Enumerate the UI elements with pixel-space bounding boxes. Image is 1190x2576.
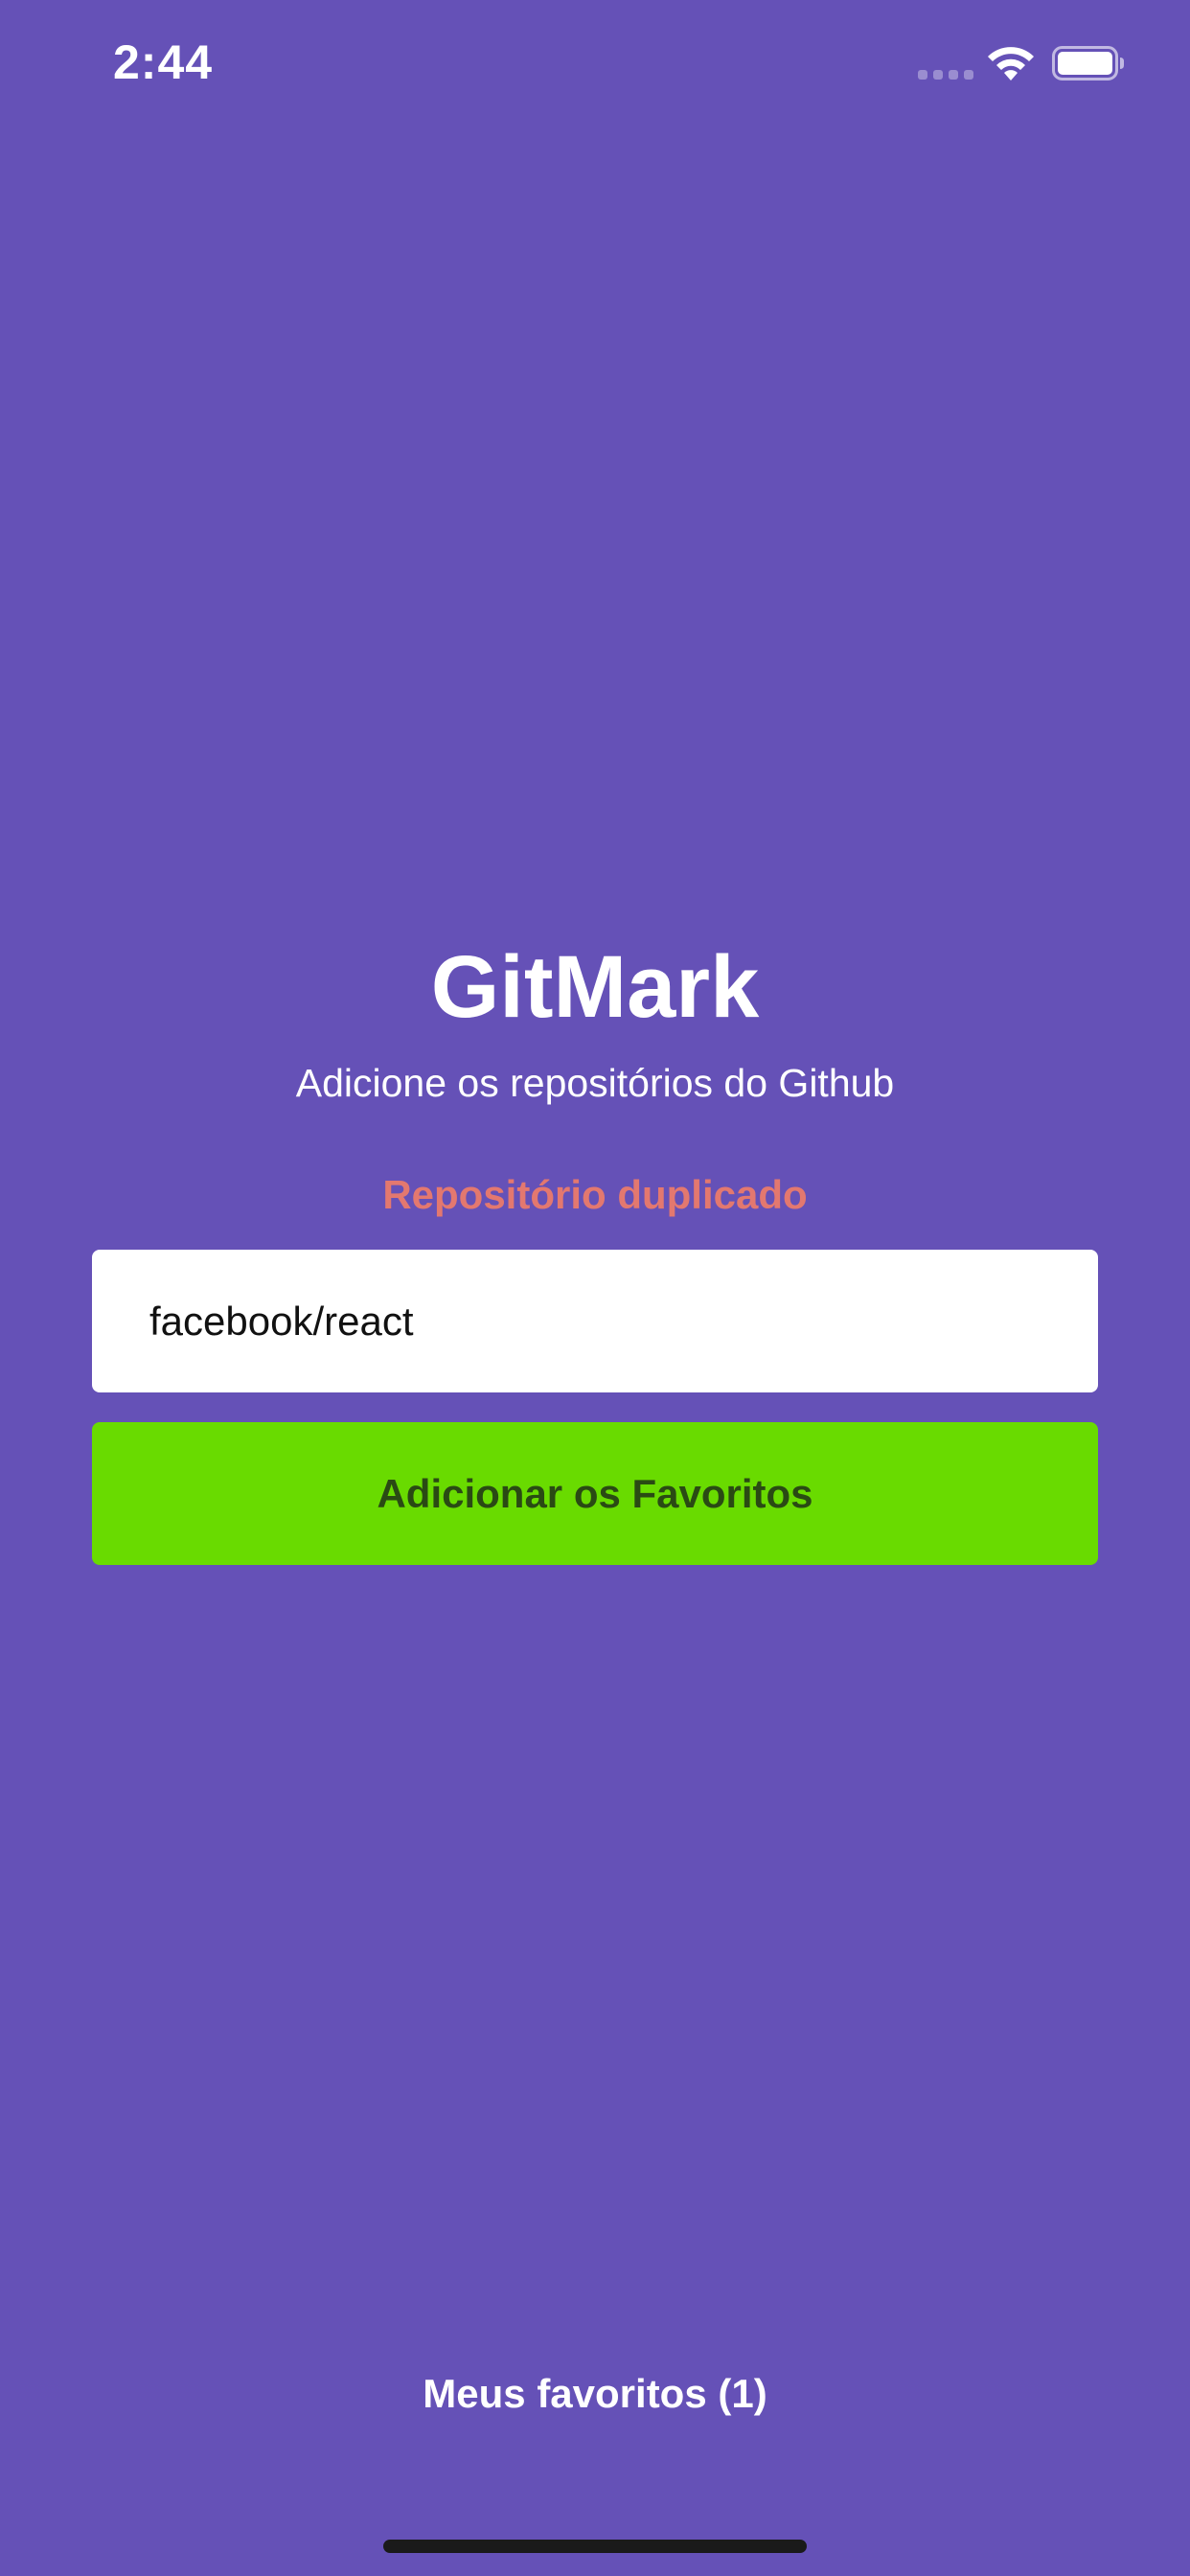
- app-title: GitMark: [430, 938, 760, 1036]
- repository-input[interactable]: [92, 1250, 1098, 1392]
- error-message: Repositório duplicado: [382, 1172, 808, 1217]
- app-screen: 2:44 GitMark Adicione os repositórios do…: [0, 0, 1190, 2576]
- home-indicator: [383, 2540, 807, 2553]
- battery-icon: [1052, 46, 1124, 80]
- status-bar: 2:44: [0, 0, 1190, 125]
- wifi-icon: [988, 47, 1034, 80]
- add-favorites-button[interactable]: Adicionar os Favoritos: [92, 1422, 1098, 1565]
- my-favorites-link[interactable]: Meus favoritos (1): [0, 2367, 1190, 2421]
- app-subtitle: Adicione os repositórios do Github: [295, 1061, 895, 1105]
- status-time: 2:44: [113, 35, 214, 89]
- cellular-signal-icon: [918, 70, 973, 80]
